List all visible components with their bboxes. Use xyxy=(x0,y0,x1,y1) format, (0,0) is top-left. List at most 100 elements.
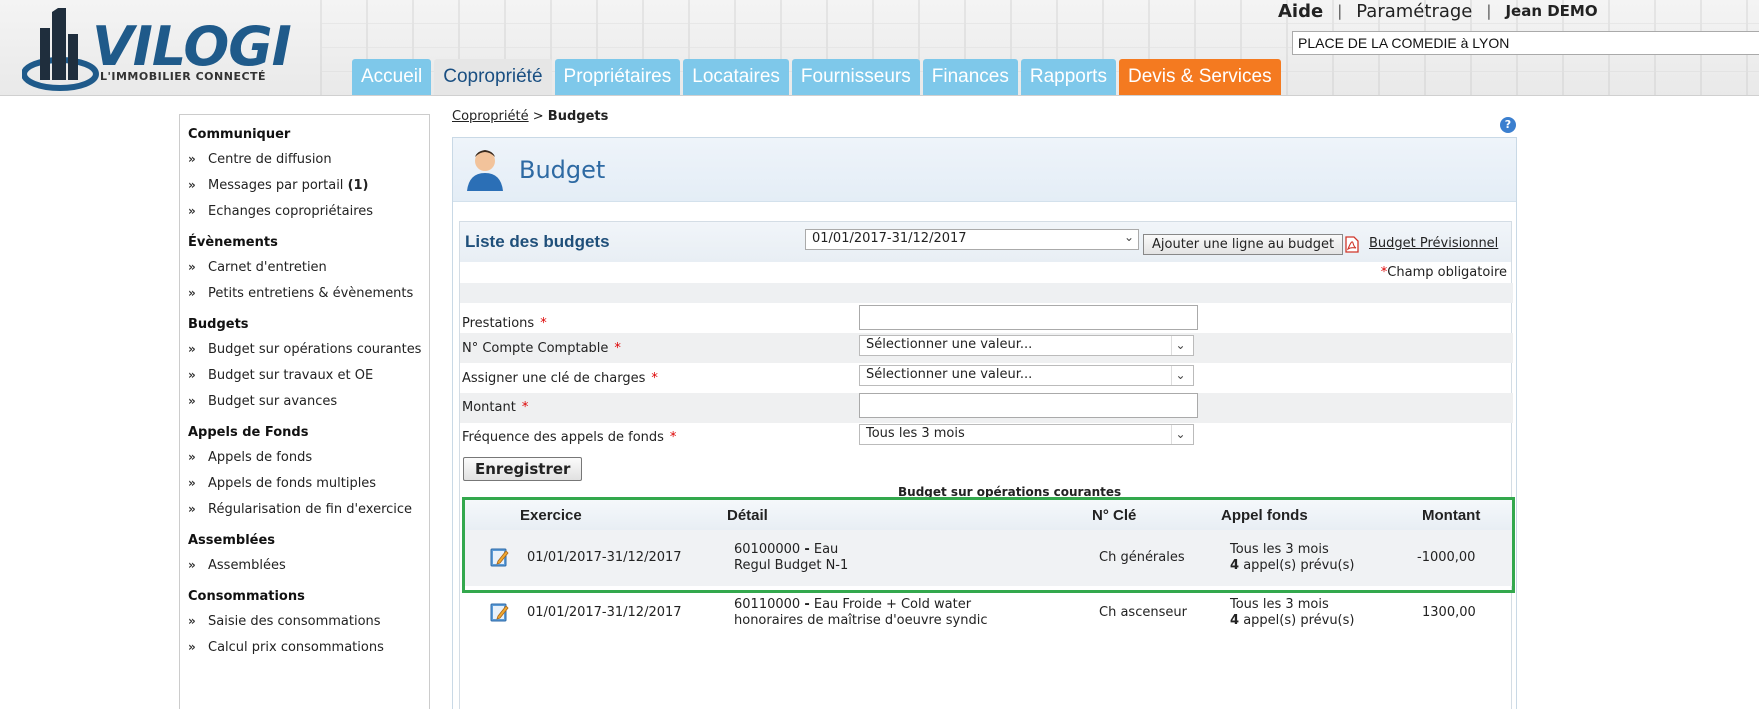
sidebar-item-label: Petits entretiens & évènements xyxy=(208,286,414,301)
frequency-select[interactable]: Tous les 3 mois ⌄ xyxy=(859,424,1194,445)
chevron-down-icon: ⌄ xyxy=(1171,425,1189,444)
building-logo-icon xyxy=(22,8,99,91)
sidebar-item-label: Echanges copropriétaires xyxy=(208,204,374,219)
cell-appel-fonds: Tous les 3 mois 4 appel(s) prévu(s) xyxy=(1230,597,1354,629)
charge-key-select-value: Sélectionner une valeur... xyxy=(866,367,1033,382)
sidebar-item-label: Saisie des consommations xyxy=(208,614,381,629)
required-star: * xyxy=(521,400,529,415)
sidebar-section-title: Assemblées xyxy=(188,533,276,548)
cell-detail: 60110000 - Eau Froide + Cold water honora… xyxy=(734,597,987,629)
field-label: Assigner une clé de charges * xyxy=(462,371,658,386)
help-link[interactable]: Aide xyxy=(1278,1,1323,22)
chevron-double-right-icon: » xyxy=(188,260,196,274)
sidebar-item-label: Appels de fonds multiples xyxy=(208,476,377,491)
tab-fournisseurs[interactable]: Fournisseurs xyxy=(791,59,920,95)
period-select[interactable]: 01/01/2017-31/12/2017 ⌄ xyxy=(805,229,1139,250)
add-budget-line-button[interactable]: Ajouter une ligne au budget xyxy=(1143,234,1344,255)
sidebar-item-label: Calcul prix consommations xyxy=(208,640,384,655)
list-title: Liste des budgets xyxy=(465,232,610,251)
chevron-double-right-icon: » xyxy=(188,476,196,490)
sidebar-item-assemblees[interactable]: » Assemblées xyxy=(180,552,429,578)
tab-proprietaires[interactable]: Propriétaires xyxy=(554,59,681,95)
tab-finances[interactable]: Finances xyxy=(922,59,1018,95)
sidebar-item-appels-fonds-multiples[interactable]: » Appels de fonds multiples xyxy=(180,470,429,496)
chevron-double-right-icon: » xyxy=(188,286,196,300)
tab-devis-services[interactable]: Devis & Services xyxy=(1118,59,1281,95)
account-label: N° Compte Comptable xyxy=(462,341,609,356)
logo-tagline: L'IMMOBILIER CONNECTÉ xyxy=(100,70,267,83)
top-links: Aide | Paramétrage | Jean DEMO xyxy=(1278,0,1598,22)
sidebar: Communiquer » Centre de diffusion » Messag… xyxy=(179,114,430,709)
user-name[interactable]: Jean DEMO xyxy=(1505,2,1597,20)
tab-copropriete[interactable]: Copropriété xyxy=(434,59,552,95)
calls-text: appel(s) prévu(s) xyxy=(1243,613,1355,628)
breadcrumb-link-copropriete[interactable]: Copropriété xyxy=(452,109,529,124)
chevron-double-right-icon: » xyxy=(188,368,196,382)
sidebar-item-saisie-consommations[interactable]: » Saisie des consommations xyxy=(180,608,429,634)
sidebar-section-title: Communiquer xyxy=(188,127,291,142)
tab-rapports[interactable]: Rapports xyxy=(1020,59,1116,95)
vilogi-logo[interactable]: VILOGI L'IMMOBILIER CONNECTÉ xyxy=(8,6,298,94)
field-label: Prestations * xyxy=(462,316,547,331)
chevron-double-right-icon: » xyxy=(188,640,196,654)
save-button[interactable]: Enregistrer xyxy=(463,457,583,481)
calls-count: 4 xyxy=(1230,613,1240,628)
sidebar-item-budget-operations[interactable]: » Budget sur opérations courantes xyxy=(180,336,429,362)
sidebar-item-carnet-entretien[interactable]: » Carnet d'entretien xyxy=(180,254,429,280)
tab-locataires[interactable]: Locataires xyxy=(683,59,789,95)
chevron-down-icon: ⌄ xyxy=(1123,230,1134,244)
logo-wordmark: VILOGI xyxy=(92,15,292,78)
amount-input[interactable] xyxy=(859,393,1198,418)
sidebar-item-calcul-prix[interactable]: » Calcul prix consommations xyxy=(180,634,429,660)
period-select-value: 01/01/2017-31/12/2017 xyxy=(812,231,967,246)
chevron-double-right-icon: » xyxy=(188,178,196,192)
list-bar: Liste des budgets 01/01/2017-31/12/2017 … xyxy=(460,222,1511,262)
sidebar-item-label: Budget sur avances xyxy=(208,394,338,409)
field-label: N° Compte Comptable * xyxy=(462,341,621,356)
separator: | xyxy=(1337,2,1343,20)
sidebar-item-budget-travaux[interactable]: » Budget sur travaux et OE xyxy=(180,362,429,388)
prestations-input[interactable] xyxy=(859,305,1198,330)
sidebar-item-label: Budget sur opérations courantes xyxy=(208,342,422,357)
frequency-select-value: Tous les 3 mois xyxy=(866,426,965,441)
cell-cle: Ch ascenseur xyxy=(1099,605,1187,620)
cell-exercice: 01/01/2017-31/12/2017 xyxy=(527,605,682,620)
budget-previsionnel-link[interactable]: Budget Prévisionnel xyxy=(1369,236,1498,251)
sidebar-item-echanges[interactable]: » Echanges copropriétaires xyxy=(180,198,429,224)
sidebar-item-petits-entretiens[interactable]: » Petits entretiens & évènements xyxy=(180,280,429,306)
main-tabs: Accueil Copropriété Propriétaires Locata… xyxy=(352,59,1284,95)
table-row[interactable]: 01/01/2017-31/12/2017 60110000 - Eau Fro… xyxy=(465,587,1512,643)
required-star: * xyxy=(651,371,658,386)
sidebar-item-label: Assemblées xyxy=(208,558,286,573)
account-select-value: Sélectionner une valeur... xyxy=(866,337,1033,352)
chevron-double-right-icon: » xyxy=(188,342,196,356)
pdf-icon[interactable] xyxy=(1344,236,1360,253)
chevron-double-right-icon: » xyxy=(188,394,196,408)
sidebar-item-centre-diffusion[interactable]: » Centre de diffusion xyxy=(180,146,429,172)
settings-link[interactable]: Paramétrage xyxy=(1356,1,1472,22)
sidebar-item-messages-portail[interactable]: » Messages par portail (1) xyxy=(180,172,429,198)
breadcrumb-separator: > xyxy=(532,109,544,124)
sidebar-item-appels-fonds[interactable]: » Appels de fonds xyxy=(180,444,429,470)
help-icon[interactable]: ? xyxy=(1500,117,1516,133)
building-selector[interactable]: PLACE DE LA COMEDIE à LYON xyxy=(1292,31,1759,55)
chevron-double-right-icon: » xyxy=(188,502,196,516)
form-row-key: Assigner une clé de charges * Sélectionne… xyxy=(460,363,1513,393)
sidebar-item-label: Centre de diffusion xyxy=(208,152,332,167)
amount-label: Montant xyxy=(462,400,516,415)
frequency: Tous les 3 mois xyxy=(1230,597,1329,612)
chevron-double-right-icon: » xyxy=(188,152,196,166)
sidebar-item-budget-avances[interactable]: » Budget sur avances xyxy=(180,388,429,414)
panel-title: Budget xyxy=(519,156,606,184)
breadcrumb: Copropriété > Budgets xyxy=(452,109,608,124)
sidebar-item-regularisation[interactable]: » Régularisation de fin d'exercice xyxy=(180,496,429,522)
prestations-label: Prestations xyxy=(462,316,535,331)
chevron-double-right-icon: » xyxy=(188,450,196,464)
charge-key-select[interactable]: Sélectionner une valeur... ⌄ xyxy=(859,365,1194,386)
form-row-account: N° Compte Comptable * Sélectionner une va… xyxy=(460,333,1513,363)
unread-badge: (1) xyxy=(347,178,369,193)
edit-icon[interactable] xyxy=(490,602,510,622)
tab-accueil[interactable]: Accueil xyxy=(352,59,432,95)
chevron-down-icon: ⌄ xyxy=(1171,366,1189,385)
account-select[interactable]: Sélectionner une valeur... ⌄ xyxy=(859,335,1194,356)
